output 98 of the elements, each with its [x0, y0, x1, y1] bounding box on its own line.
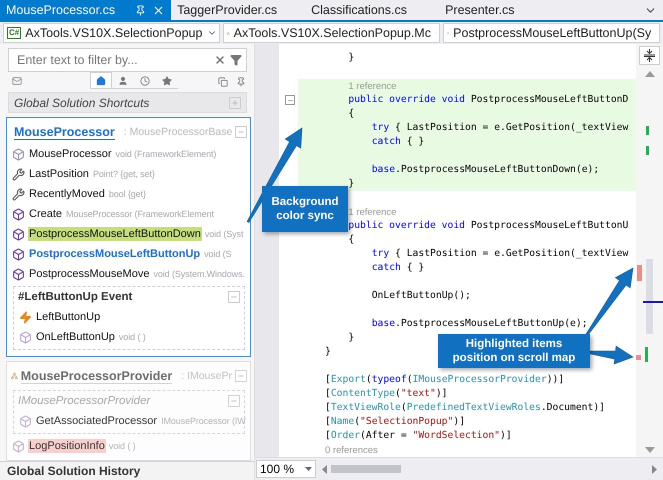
member-signature: void (S	[204, 249, 232, 260]
code-line: }	[348, 51, 354, 65]
zoom-dropdown[interactable]: 100 %	[256, 460, 316, 478]
view-tab[interactable]	[90, 72, 112, 88]
member-name[interactable]: LeftButtonUp	[35, 310, 102, 324]
code-line: {	[348, 107, 354, 121]
cube-icon	[19, 330, 32, 344]
navigation-dropdown[interactable]: PostprocessMouseLeftButtonUp(Sy	[443, 23, 660, 43]
base-type: : MouseProcessorBase	[124, 126, 232, 138]
home-icon	[96, 76, 106, 86]
scrollbar-thumb[interactable]	[331, 465, 401, 473]
person-icon	[118, 76, 128, 86]
member-signature: void (Syst	[204, 229, 244, 240]
member-signature: bool {get}	[108, 189, 146, 200]
member-name[interactable]: PostprocessMouseLeftButtonDown	[28, 227, 202, 242]
member-signature: void (System.Windows.	[153, 269, 245, 280]
section-title: IMouseProcessorProvider	[18, 395, 150, 408]
callout-text: Highlighted items position on scroll map	[452, 337, 576, 365]
cube-icon	[12, 268, 25, 281]
project-badge: C#	[7, 27, 22, 39]
member-name[interactable]: Create	[28, 207, 64, 222]
mail-icon[interactable]	[12, 76, 22, 86]
member-signature: IMouseProcessor (IW	[161, 416, 246, 426]
code-line: [ContentType("text")]	[325, 387, 448, 401]
pin-icon[interactable]	[236, 77, 246, 88]
member-name[interactable]: OnLeftButtonUp	[35, 330, 116, 344]
member-name[interactable]: MouseProcessor	[28, 147, 113, 162]
caret-icon	[305, 467, 312, 471]
cube-icon	[12, 208, 25, 221]
file-tab[interactable]: TaggerProvider.cs	[171, 0, 306, 20]
member-signature: void ( )	[118, 332, 146, 342]
close-icon[interactable]	[152, 4, 166, 16]
section-title: #LeftButtonUp Event	[18, 291, 132, 304]
cube-icon	[12, 148, 25, 161]
scroll-left-icon[interactable]	[322, 464, 327, 474]
star-icon	[162, 76, 172, 86]
scroll-map-drawing[interactable]	[636, 126, 663, 362]
member-name[interactable]: GetAssociatedProcessor	[35, 414, 158, 428]
shortcuts-header[interactable]: Global Solution Shortcuts	[8, 92, 247, 114]
file-tab[interactable]: Presenter.cs	[439, 0, 574, 20]
code-line: catch { }	[372, 261, 424, 275]
cube-icon	[19, 414, 32, 428]
code-line: }	[348, 331, 354, 345]
copy-icon[interactable]	[218, 77, 228, 88]
clock-icon	[140, 76, 150, 86]
split-button[interactable]	[639, 46, 660, 65]
callout-text: Background color sync	[271, 195, 339, 223]
class-name: MouseProcessor	[14, 124, 115, 140]
pin-icon[interactable]	[135, 4, 146, 16]
member-name[interactable]: PostprocessMouseLeftButtonUp	[28, 247, 202, 262]
member-signature: MouseProcessor (FrameworkElement	[66, 209, 214, 220]
code-line: {	[348, 233, 354, 247]
member-name[interactable]: LastPosition	[28, 167, 90, 182]
clear-icon[interactable]	[214, 54, 226, 66]
code-line: base.PostprocessMouseLeftButtonDown(e);	[372, 163, 600, 177]
code-line: base.PostprocessMouseLeftButtonUp(e);	[372, 317, 588, 331]
cube-icon	[12, 228, 25, 241]
lightning-icon	[19, 310, 32, 324]
code-line: public override void PostprocessMouseLeftButtonU	[348, 219, 628, 233]
code-line: public override void PostprocessMouseLeftButtonD	[348, 93, 628, 107]
base-type: : IMousePr	[181, 370, 232, 382]
navigation-dropdown[interactable]: AxTools.VS10X.SelectionPopup.Mc	[223, 23, 440, 43]
cube-icon	[12, 440, 25, 453]
code-line: [Export(typeof(IMouseProcessorProvider))]	[325, 373, 564, 387]
code-line: [Name("SelectionPopup")]	[325, 415, 466, 429]
code-line: [TextViewRole(PredefinedTextViewRoles.Document)]	[325, 401, 605, 415]
filter-icon[interactable]	[230, 54, 242, 66]
filter-input[interactable]: Enter text to filter by...	[15, 52, 210, 68]
member-name[interactable]: LogPositionInfo	[28, 439, 106, 454]
navigation-dropdown[interactable]: C# AxTools.VS10X.SelectionPopup	[3, 23, 220, 43]
collapse-icon[interactable]	[285, 95, 295, 105]
wrench-icon	[12, 188, 25, 201]
split-icon	[643, 49, 656, 62]
code-line: try { LastPosition = e.GetPosition(_textView	[372, 121, 628, 135]
history-header[interactable]: Global Solution History	[0, 461, 254, 480]
class-card[interactable]	[6, 117, 251, 358]
scroll-down-icon[interactable]	[644, 447, 654, 453]
scroll-up-icon[interactable]	[644, 71, 654, 77]
cube-icon	[12, 248, 25, 261]
code-line: }	[325, 345, 331, 359]
member-signature: void (FrameworkElement)	[116, 149, 216, 160]
file-tab[interactable]: Classifications.cs	[305, 0, 440, 20]
class-name: MouseProcessorProvider	[20, 368, 172, 384]
member-signature: Point? {get, set}	[92, 169, 155, 180]
code-line: }	[348, 177, 354, 191]
code-line: [Order(After = "WordSelection")]	[325, 429, 512, 443]
scroll-right-icon[interactable]	[652, 464, 657, 474]
code-line: OnLeftButtonUp();	[372, 289, 471, 303]
class-card[interactable]: MouseProcessorProvider : IMousePr IMouseProcessorProvider GetAssociatedProcessor IMouseProcessor (IW LogPositionInfo void ( )	[6, 361, 251, 462]
member-name[interactable]: RecentlyMoved	[28, 187, 106, 202]
code-line: catch { }	[372, 135, 424, 149]
member-name[interactable]: PostprocessMouseMove	[28, 267, 150, 282]
wrench-icon	[12, 168, 25, 181]
header-title: Global Solution Shortcuts	[14, 96, 150, 110]
filter-field[interactable]: Enter text to filter by...	[8, 48, 247, 72]
file-tab[interactable]: MouseProcessor.cs	[0, 0, 172, 20]
member-signature: void ( )	[108, 441, 136, 452]
code-line: try { LastPosition = e.GetPosition(_textView	[372, 247, 628, 261]
